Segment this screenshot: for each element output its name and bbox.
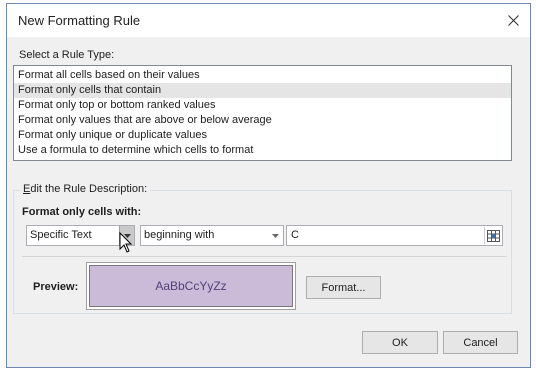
rule-type-item[interactable]: Format all cells based on their values (14, 68, 511, 83)
dialog-title: New Formatting Rule (18, 13, 141, 28)
preview-frame: AaBbCcYyZz (86, 262, 296, 310)
rule-description-group-label: Edit the Rule Description: (20, 183, 151, 195)
preview-label: Preview: (33, 281, 79, 293)
format-cells-heading: Format only cells with: (22, 206, 142, 218)
cell-reference-button[interactable] (484, 227, 501, 244)
value-input-text: C (291, 229, 299, 241)
rule-type-item[interactable]: Format only values that are above or bel… (14, 113, 511, 128)
chevron-down-icon (272, 233, 279, 238)
format-button[interactable]: Format... (306, 276, 381, 299)
preview-sample: AaBbCcYyZz (89, 265, 293, 307)
cancel-button[interactable]: Cancel (443, 331, 518, 354)
rule-type-item-selected[interactable]: Format only cells that contain (14, 83, 511, 98)
rule-type-label: Select a Rule Type: (19, 49, 115, 61)
rule-type-list[interactable]: Format all cells based on their values F… (13, 65, 512, 161)
rule-type-item[interactable]: Use a formula to determine which cells t… (14, 143, 511, 158)
mouse-pointer-icon (119, 232, 133, 253)
group-label-text: dit the Rule Description: (30, 183, 148, 195)
rule-type-item[interactable]: Format only top or bottom ranked values (14, 98, 511, 113)
close-button[interactable] (500, 8, 526, 32)
close-icon (507, 14, 519, 26)
operator-combo[interactable]: beginning with (140, 225, 284, 246)
operator-combo-value: beginning with (144, 229, 215, 241)
cell-reference-icon (486, 229, 500, 242)
value-input[interactable]: C (286, 225, 503, 246)
divider (22, 256, 507, 257)
rule-type-item[interactable]: Format only unique or duplicate values (14, 128, 511, 143)
title-bar: New Formatting Rule (7, 4, 530, 37)
condition-combo-value: Specific Text (30, 229, 92, 241)
ok-button[interactable]: OK (362, 331, 438, 354)
operator-combo-dropdown-button[interactable] (268, 226, 283, 245)
